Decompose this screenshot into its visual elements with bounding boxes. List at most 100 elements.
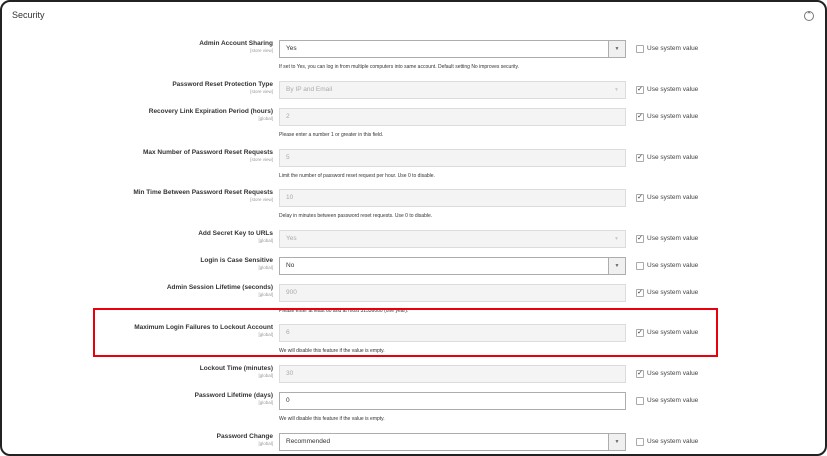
field-label-text: Min Time Between Password Reset Requests (133, 189, 273, 196)
checkbox-empty-icon[interactable] (636, 396, 644, 405)
field-label-text: Add Secret Key to URLs (198, 230, 273, 237)
collapse-circle-icon[interactable]: ⌃ (804, 11, 814, 21)
use-system-value-label: Use system value (647, 397, 699, 404)
config-row-password-change: Password Change [global] Recommended ▼ U… (2, 433, 825, 453)
checkbox-checked-icon[interactable]: ✓ (636, 153, 644, 162)
use-system-value-label: Use system value (647, 438, 699, 445)
field-note: Delay in minutes between password reset … (279, 213, 433, 219)
checkbox-checked-icon[interactable]: ✓ (636, 369, 644, 378)
checkbox-empty-icon[interactable] (636, 261, 644, 270)
admin-session-lifetime-seconds-input[interactable]: 900 (279, 284, 626, 302)
section-title[interactable]: Security (12, 10, 45, 20)
password-lifetime-days-input[interactable]: 0 (279, 392, 626, 410)
field-value: Yes (286, 45, 297, 52)
field-label-text: Recovery Link Expiration Period (hours) (148, 108, 273, 115)
field-value: 30 (286, 370, 294, 377)
field-value: 5 (286, 154, 290, 161)
use-system-value-checkbox[interactable]: ✓ Use system value (636, 85, 698, 94)
field-value: By IP and Email (286, 86, 333, 93)
admin-account-sharing-select[interactable]: Yes ▼ (279, 40, 626, 58)
field-label-text: Admin Session Lifetime (seconds) (166, 284, 273, 291)
field-scope: [store view] (250, 157, 273, 162)
max-number-of-password-reset-requests-input[interactable]: 5 (279, 149, 626, 167)
field-scope: [global] (258, 116, 273, 121)
use-system-value-label: Use system value (647, 45, 699, 52)
field-label-text: Login is Case Sensitive (200, 257, 273, 264)
use-system-value-checkbox[interactable]: Use system value (636, 437, 698, 446)
use-system-value-checkbox[interactable]: ✓ Use system value (636, 288, 698, 297)
field-label-text: Admin Account Sharing (199, 40, 273, 47)
config-row-admin-account-sharing: Admin Account Sharing [store view] Yes ▼… (2, 40, 825, 70)
checkbox-empty-icon[interactable] (636, 437, 644, 446)
field-label: Password Lifetime (days) [global] (13, 392, 273, 406)
field-scope: [store view] (250, 89, 273, 94)
field-label-text: Password Lifetime (days) (194, 392, 273, 399)
use-system-value-checkbox[interactable]: ✓ Use system value (636, 234, 698, 243)
use-system-value-checkbox[interactable]: Use system value (636, 261, 698, 270)
field-value: 0 (286, 397, 290, 404)
checkbox-checked-icon[interactable]: ✓ (636, 85, 644, 94)
field-scope: [store view] (250, 197, 273, 202)
field-value: 10 (286, 194, 294, 201)
recovery-link-expiration-period-hours-input[interactable]: 2 (279, 108, 626, 126)
field-label-text: Lockout Time (minutes) (199, 365, 273, 372)
field-value: Recommended (286, 438, 331, 445)
config-row-password-reset-protection-type: Password Reset Protection Type [store vi… (2, 81, 825, 101)
field-scope: [global] (258, 373, 273, 378)
field-label: Max Number of Password Reset Requests [s… (13, 149, 273, 163)
checkbox-checked-icon[interactable]: ✓ (636, 112, 644, 121)
use-system-value-checkbox[interactable]: ✓ Use system value (636, 112, 698, 121)
field-note: We will disable this feature if the valu… (279, 416, 385, 422)
password-reset-protection-type-select[interactable]: By IP and Email ▼ (279, 81, 626, 99)
config-row-login-is-case-sensitive: Login is Case Sensitive [global] No ▼ Us… (2, 257, 825, 277)
use-system-value-checkbox[interactable]: Use system value (636, 396, 698, 405)
field-value: No (286, 262, 295, 269)
field-value: 2 (286, 113, 290, 120)
field-label: Lockout Time (minutes) [global] (13, 365, 273, 379)
config-row-max-number-of-password-reset-requests: Max Number of Password Reset Requests [s… (2, 149, 825, 179)
field-note: If set to Yes, you can log in from multi… (279, 64, 520, 70)
checkbox-checked-icon[interactable]: ✓ (636, 234, 644, 243)
lockout-time-minutes-input[interactable]: 30 (279, 365, 626, 383)
password-change-select[interactable]: Recommended ▼ (279, 433, 626, 451)
field-label: Admin Account Sharing [store view] (13, 40, 273, 54)
field-label: Admin Session Lifetime (seconds) [global… (13, 284, 273, 298)
checkbox-checked-icon[interactable]: ✓ (636, 288, 644, 297)
use-system-value-checkbox[interactable]: ✓ Use system value (636, 369, 698, 378)
add-secret-key-to-urls-select[interactable]: Yes ▼ (279, 230, 626, 248)
checkbox-empty-icon[interactable] (636, 44, 644, 53)
field-label: Add Secret Key to URLs [global] (13, 230, 273, 244)
use-system-value-label: Use system value (647, 370, 699, 377)
field-scope: [global] (258, 292, 273, 297)
use-system-value-checkbox[interactable]: ✓ Use system value (636, 153, 698, 162)
field-value: Yes (286, 235, 297, 242)
checkbox-checked-icon[interactable]: ✓ (636, 193, 644, 202)
config-row-min-time-between-password-reset-requests: Min Time Between Password Reset Requests… (2, 189, 825, 219)
highlight-box (93, 308, 718, 357)
field-scope: [global] (258, 238, 273, 243)
use-system-value-label: Use system value (647, 289, 699, 296)
min-time-between-password-reset-requests-input[interactable]: 10 (279, 189, 626, 207)
dropdown-arrow-icon[interactable]: ▼ (608, 231, 625, 247)
field-label-text: Password Reset Protection Type (172, 81, 273, 88)
field-label-text: Password Change (216, 433, 273, 440)
use-system-value-label: Use system value (647, 194, 699, 201)
dropdown-arrow-icon[interactable]: ▼ (608, 41, 625, 57)
field-scope: [global] (258, 441, 273, 446)
use-system-value-label: Use system value (647, 86, 699, 93)
field-note: Limit the number of password reset reque… (279, 173, 435, 179)
use-system-value-label: Use system value (647, 113, 699, 120)
use-system-value-checkbox[interactable]: Use system value (636, 44, 698, 53)
field-label: Recovery Link Expiration Period (hours) … (13, 108, 273, 122)
use-system-value-checkbox[interactable]: ✓ Use system value (636, 193, 698, 202)
field-label: Password Change [global] (13, 433, 273, 447)
field-label: Login is Case Sensitive [global] (13, 257, 273, 271)
dropdown-arrow-icon[interactable]: ▼ (608, 258, 625, 274)
dropdown-arrow-icon[interactable]: ▼ (608, 434, 625, 450)
config-row-admin-session-lifetime-seconds: Admin Session Lifetime (seconds) [global… (2, 284, 825, 314)
field-scope: [global] (258, 400, 273, 405)
field-label: Min Time Between Password Reset Requests… (13, 189, 273, 203)
login-is-case-sensitive-select[interactable]: No ▼ (279, 257, 626, 275)
dropdown-arrow-icon[interactable]: ▼ (608, 82, 625, 98)
config-row-recovery-link-expiration-period-hours: Recovery Link Expiration Period (hours) … (2, 108, 825, 138)
